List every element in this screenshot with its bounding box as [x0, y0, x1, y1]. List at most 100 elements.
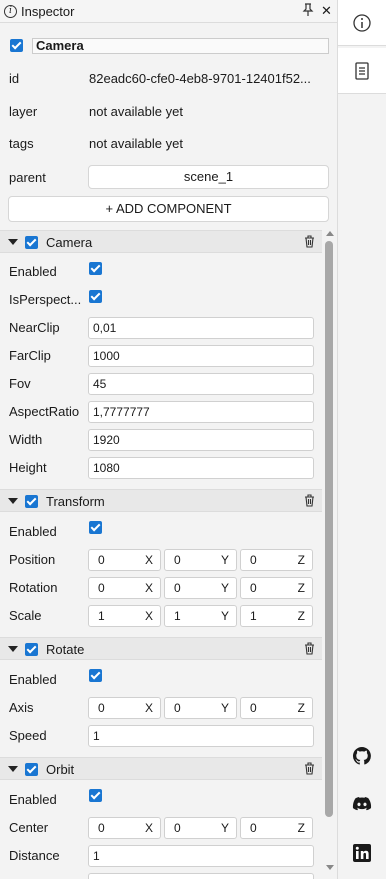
- camera-enabled-toggle[interactable]: [25, 236, 38, 249]
- value: 1: [98, 609, 105, 623]
- value: 1: [174, 609, 181, 623]
- camera-component-header[interactable]: Camera: [0, 230, 322, 253]
- axis-label: X: [144, 701, 153, 715]
- enabled-checkbox[interactable]: [89, 789, 102, 802]
- inspector-title: Inspector: [21, 3, 75, 19]
- nearclip-label: NearClip: [9, 320, 60, 335]
- position-x-input[interactable]: 0X: [88, 549, 161, 571]
- pin-icon[interactable]: [302, 3, 314, 19]
- center-label: Center: [9, 820, 49, 835]
- github-icon[interactable]: [352, 746, 372, 766]
- rotate-enabled-toggle[interactable]: [25, 643, 38, 656]
- fov-label: Fov: [9, 376, 31, 391]
- axis-label: Z: [297, 581, 305, 595]
- id-value: 82eadc60-cfe0-4eb8-9701-12401f52...: [89, 71, 311, 86]
- farclip-input[interactable]: 1000: [88, 345, 314, 367]
- trash-icon[interactable]: [304, 762, 315, 775]
- components-list: Camera Enabled IsPerspect... NearClip 0,…: [0, 229, 338, 879]
- inspector-panel: i Inspector ✕ Camera id 82eadc60-cfe0-4e…: [0, 0, 338, 879]
- entity-enabled-checkbox[interactable]: [10, 39, 23, 52]
- trash-icon[interactable]: [304, 235, 315, 248]
- axis-label: Z: [297, 821, 305, 835]
- axis-label: Z: [297, 553, 305, 567]
- orbit-component-header[interactable]: Orbit: [0, 757, 322, 780]
- axis-label: Z: [297, 701, 305, 715]
- value: 0: [250, 553, 257, 567]
- axis-label: X: [144, 553, 153, 567]
- rotation-x-input[interactable]: 0X: [88, 577, 161, 599]
- scroll-thumb[interactable]: [325, 241, 333, 817]
- center-z-input[interactable]: 0Z: [240, 817, 313, 839]
- axis-label: Y: [220, 701, 229, 715]
- enabled-checkbox[interactable]: [89, 521, 102, 534]
- axis-label: X: [144, 609, 153, 623]
- component-name: Transform: [46, 494, 105, 509]
- rotate-component-header[interactable]: Rotate: [0, 637, 322, 660]
- scale-y-input[interactable]: 1Y: [164, 605, 237, 627]
- nearclip-input[interactable]: 0,01: [88, 317, 314, 339]
- scroll-up-icon[interactable]: [326, 231, 334, 236]
- info-icon: i: [4, 4, 17, 18]
- enabled-checkbox[interactable]: [89, 262, 102, 275]
- enabled-label: Enabled: [9, 524, 57, 539]
- aspect-input[interactable]: 1,7777777: [88, 401, 314, 423]
- position-z-input[interactable]: 0Z: [240, 549, 313, 571]
- discord-icon[interactable]: [352, 794, 372, 814]
- enabled-label: Enabled: [9, 792, 57, 807]
- trash-icon[interactable]: [304, 642, 315, 655]
- value: 0: [250, 821, 257, 835]
- tab-document[interactable]: [338, 48, 386, 94]
- value: 0: [174, 701, 181, 715]
- scale-label: Scale: [9, 608, 42, 623]
- transform-component-header[interactable]: Transform: [0, 489, 322, 512]
- parent-label: parent: [9, 170, 46, 185]
- orbit-enabled-toggle[interactable]: [25, 763, 38, 776]
- tab-info[interactable]: [338, 0, 386, 46]
- transform-enabled-toggle[interactable]: [25, 495, 38, 508]
- center-y-input[interactable]: 0Y: [164, 817, 237, 839]
- width-input[interactable]: 1920: [88, 429, 314, 451]
- entity-name-input[interactable]: Camera: [32, 38, 329, 54]
- scroll-down-icon[interactable]: [326, 865, 334, 870]
- scrollbar[interactable]: [323, 229, 335, 874]
- enabled-checkbox[interactable]: [89, 669, 102, 682]
- collapse-icon[interactable]: [8, 646, 18, 652]
- rotation-y-input[interactable]: 0Y: [164, 577, 237, 599]
- scale-x-input[interactable]: 1X: [88, 605, 161, 627]
- parent-button[interactable]: scene_1: [88, 165, 329, 189]
- add-component-button[interactable]: + ADD COMPONENT: [8, 196, 329, 222]
- aspect-label: AspectRatio: [9, 404, 80, 419]
- component-name: Orbit: [46, 762, 75, 777]
- axis-label: Y: [220, 581, 229, 595]
- speed-input[interactable]: 1: [88, 725, 314, 747]
- collapse-icon[interactable]: [8, 766, 18, 772]
- enabled-label: Enabled: [9, 672, 57, 687]
- fov-input[interactable]: 45: [88, 373, 314, 395]
- next-input[interactable]: [88, 873, 314, 879]
- axis-label: Y: [220, 553, 229, 567]
- close-icon[interactable]: ✕: [321, 3, 332, 19]
- collapse-icon[interactable]: [8, 239, 18, 245]
- linkedin-icon[interactable]: [352, 843, 372, 863]
- axis-y-input[interactable]: 0Y: [164, 697, 237, 719]
- center-x-input[interactable]: 0X: [88, 817, 161, 839]
- entity-row: Camera: [10, 38, 330, 54]
- value: 0: [174, 553, 181, 567]
- collapse-icon[interactable]: [8, 498, 18, 504]
- enabled-label: Enabled: [9, 264, 57, 279]
- value: 0: [250, 581, 257, 595]
- distance-input[interactable]: 1: [88, 845, 314, 867]
- rotation-label: Rotation: [9, 580, 58, 595]
- document-icon: [355, 61, 369, 80]
- rotation-z-input[interactable]: 0Z: [240, 577, 313, 599]
- value: 0: [98, 821, 105, 835]
- layer-value: not available yet: [89, 104, 183, 119]
- component-name: Rotate: [46, 642, 85, 657]
- position-y-input[interactable]: 0Y: [164, 549, 237, 571]
- trash-icon[interactable]: [304, 494, 315, 507]
- axis-x-input[interactable]: 0X: [88, 697, 161, 719]
- height-input[interactable]: 1080: [88, 457, 314, 479]
- perspective-checkbox[interactable]: [89, 290, 102, 303]
- scale-z-input[interactable]: 1Z: [240, 605, 313, 627]
- axis-z-input[interactable]: 0Z: [240, 697, 313, 719]
